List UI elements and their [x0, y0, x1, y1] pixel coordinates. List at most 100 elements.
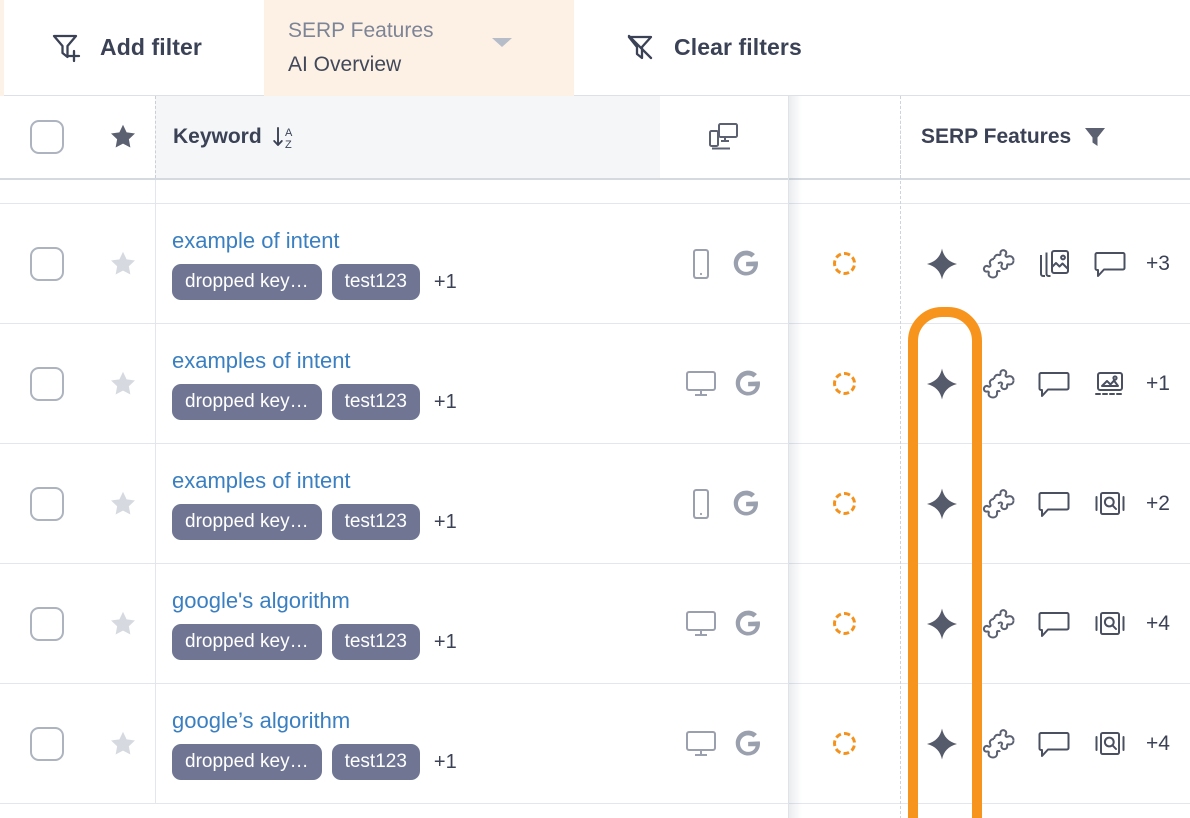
tag-chip[interactable]: test123	[332, 504, 420, 540]
image-search-carousel-icon[interactable]	[1093, 609, 1127, 639]
keywords-table: Keyword A Z	[0, 96, 1190, 804]
select-all-checkbox[interactable]	[30, 120, 64, 154]
puzzle-piece-icon[interactable]	[981, 487, 1015, 521]
desktop-device-icon	[684, 608, 718, 640]
tag-chip[interactable]: test123	[332, 624, 420, 660]
image-pack-icon[interactable]	[1037, 248, 1071, 280]
star-icon[interactable]	[108, 489, 138, 519]
ai-overview-sparkle-icon[interactable]	[925, 367, 959, 401]
header-keyword-cell[interactable]: Keyword A Z	[155, 96, 660, 178]
row-checkbox[interactable]	[30, 607, 64, 641]
keyword-link[interactable]: examples of intent	[172, 466, 660, 496]
add-filter-button[interactable]: Add filter	[46, 27, 202, 67]
svg-text:A: A	[285, 127, 293, 139]
video-card-icon[interactable]	[1093, 369, 1127, 399]
clear-filters-button[interactable]: Clear filters	[620, 27, 802, 67]
keyword-link[interactable]: examples of intent	[172, 346, 660, 376]
discussions-bubble-icon[interactable]	[1037, 488, 1071, 520]
tag-chip[interactable]: dropped key…	[172, 264, 322, 300]
row-select-cell	[0, 684, 155, 803]
puzzle-piece-icon[interactable]	[981, 607, 1015, 641]
tag-chip[interactable]: dropped key…	[172, 384, 322, 420]
tag-chip[interactable]: test123	[332, 384, 420, 420]
row-keyword-cell: example of intent dropped key… test123 +…	[155, 204, 660, 323]
ai-overview-sparkle-icon[interactable]	[925, 247, 959, 281]
star-icon[interactable]	[108, 609, 138, 639]
keyword-link[interactable]: google's algorithm	[172, 586, 660, 616]
star-icon[interactable]	[108, 249, 138, 279]
row-checkbox[interactable]	[30, 487, 64, 521]
table-row[interactable]: examples of intent dropped key… test123 …	[0, 324, 1190, 444]
table-row[interactable]: google's algorithm dropped key… test123 …	[0, 564, 1190, 684]
table-row[interactable]: examples of intent dropped key… test123 …	[0, 444, 1190, 564]
dashed-circle-icon	[833, 252, 856, 275]
clear-filters-label: Clear filters	[674, 34, 802, 61]
tags-overflow-count[interactable]: +1	[434, 391, 457, 414]
row-serp-features-cell: +3	[900, 204, 1190, 323]
row-keyword-cell: google’s algorithm dropped key… test123 …	[155, 684, 660, 803]
tag-chip[interactable]: dropped key…	[172, 744, 322, 780]
puzzle-piece-icon[interactable]	[981, 727, 1015, 761]
puzzle-piece-icon[interactable]	[981, 247, 1015, 281]
tags-overflow-count[interactable]: +1	[434, 631, 457, 654]
row-checkbox[interactable]	[30, 727, 64, 761]
serp-features-overflow-count[interactable]: +4	[1146, 732, 1170, 756]
image-search-carousel-icon[interactable]	[1093, 729, 1127, 759]
star-icon[interactable]	[108, 122, 138, 152]
funnel-plus-icon	[46, 27, 86, 67]
tags-overflow-count[interactable]: +1	[434, 271, 457, 294]
serp-features-overflow-count[interactable]: +2	[1146, 492, 1170, 516]
partial-keyword-cell	[155, 180, 660, 203]
ai-overview-sparkle-icon[interactable]	[925, 487, 959, 521]
table-row[interactable]: google’s algorithm dropped key… test123 …	[0, 684, 1190, 804]
header-device-cell[interactable]	[660, 96, 788, 178]
serp-features-overflow-count[interactable]: +1	[1146, 372, 1170, 396]
google-g-icon	[732, 368, 764, 400]
discussions-bubble-icon[interactable]	[1093, 248, 1127, 280]
discussions-bubble-icon[interactable]	[1037, 368, 1071, 400]
header-serp-features-cell[interactable]: SERP Features	[900, 96, 1190, 178]
star-icon[interactable]	[108, 369, 138, 399]
tag-chip[interactable]: test123	[332, 264, 420, 300]
puzzle-piece-icon[interactable]	[981, 367, 1015, 401]
active-filter-chip[interactable]: SERP Features AI Overview	[264, 0, 574, 96]
ai-overview-sparkle-icon[interactable]	[925, 727, 959, 761]
chevron-down-icon[interactable]	[492, 38, 512, 47]
row-select-cell	[0, 324, 155, 443]
row-select-cell	[0, 564, 155, 683]
ai-overview-sparkle-icon[interactable]	[925, 607, 959, 641]
header-select-cell	[0, 96, 155, 178]
tag-chip[interactable]: dropped key…	[172, 504, 322, 540]
keyword-tags: dropped key… test123 +1	[172, 264, 660, 300]
desktop-device-icon	[684, 368, 718, 400]
keyword-tags: dropped key… test123 +1	[172, 624, 660, 660]
partial-select-cell	[0, 180, 155, 203]
sort-a-z-icon[interactable]: A Z	[271, 122, 299, 152]
discussions-bubble-icon[interactable]	[1037, 728, 1071, 760]
keyword-link[interactable]: google’s algorithm	[172, 706, 660, 736]
serp-features-overflow-count[interactable]: +4	[1146, 612, 1170, 636]
star-icon[interactable]	[108, 729, 138, 759]
header-status-cell	[788, 96, 900, 178]
discussions-bubble-icon[interactable]	[1037, 608, 1071, 640]
device-mobile-desktop-icon	[706, 119, 742, 155]
desktop-device-icon	[684, 728, 718, 760]
tags-overflow-count[interactable]: +1	[434, 511, 457, 534]
funnel-filled-icon[interactable]	[1083, 124, 1107, 150]
row-keyword-cell: examples of intent dropped key… test123 …	[155, 444, 660, 563]
keyword-tags: dropped key… test123 +1	[172, 384, 660, 420]
row-serp-features-cell: +4	[900, 684, 1190, 803]
keyword-link[interactable]: example of intent	[172, 226, 660, 256]
tag-chip[interactable]: dropped key…	[172, 624, 322, 660]
tags-overflow-count[interactable]: +1	[434, 751, 457, 774]
image-search-carousel-icon[interactable]	[1093, 489, 1127, 519]
google-g-icon	[732, 608, 764, 640]
row-checkbox[interactable]	[30, 247, 64, 281]
row-checkbox[interactable]	[30, 367, 64, 401]
table-row[interactable]: example of intent dropped key… test123 +…	[0, 204, 1190, 324]
row-serp-features-cell: +1	[900, 324, 1190, 443]
tag-chip[interactable]: test123	[332, 744, 420, 780]
table-header-row: Keyword A Z	[0, 96, 1190, 180]
serp-features-overflow-count[interactable]: +3	[1146, 252, 1170, 276]
row-serp-features-cell: +2	[900, 444, 1190, 563]
